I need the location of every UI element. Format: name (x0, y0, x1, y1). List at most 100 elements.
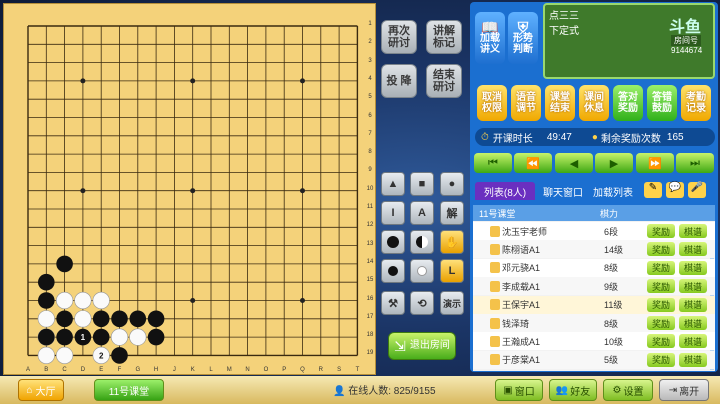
black-stone[interactable] (56, 328, 73, 346)
table-row[interactable]: 于彦棠A1 5级 奖励 棋谱 (473, 350, 715, 369)
reward-button[interactable]: 奖励 (647, 224, 675, 238)
game-record-button[interactable]: 棋谱 (679, 242, 707, 257)
correct-reward-button[interactable]: 答对 奖励 (613, 85, 643, 121)
corner-icon[interactable]: L (440, 259, 464, 283)
game-record-button[interactable]: 棋谱 (679, 334, 707, 349)
square-icon[interactable]: ■ (410, 172, 434, 196)
black-stone[interactable] (38, 328, 55, 346)
refresh-icon[interactable]: ⟲ (410, 291, 434, 315)
attendance-label: 考勤 记录 (686, 92, 706, 114)
black-stone-icon[interactable] (381, 230, 405, 254)
back-ten-button[interactable]: ⏪ (514, 153, 552, 173)
black-stone[interactable] (147, 328, 165, 346)
game-record-button[interactable]: 棋谱 (679, 260, 707, 275)
demo-button[interactable]: 演示 (440, 291, 464, 315)
leave-button[interactable]: ⇥ 离开 (659, 379, 709, 401)
table-row[interactable]: 李成载A1 9级 奖励 棋谱 (473, 277, 715, 296)
white-stone[interactable] (37, 346, 55, 365)
white-stone[interactable] (37, 310, 55, 328)
explain-mark-button[interactable]: 讲解 标记 (426, 20, 462, 54)
white-stone[interactable] (55, 291, 74, 310)
white-stone[interactable] (129, 328, 147, 346)
game-record-button[interactable]: 棋谱 (679, 316, 707, 330)
reward-button[interactable]: 奖励 (647, 352, 675, 367)
reward-button[interactable]: 奖励 (647, 260, 675, 275)
table-row[interactable]: 沈玉宇老师 6段 奖励 棋谱 (473, 222, 715, 240)
game-record-button[interactable]: 棋谱 (679, 279, 707, 294)
forward-one-button[interactable]: ▶ (595, 153, 633, 173)
reward-button[interactable]: 奖励 (647, 334, 675, 349)
student-name: 陈栩语A1 (502, 244, 541, 255)
game-record-button[interactable]: 棋谱 (679, 297, 707, 312)
last-move-button[interactable]: ⏭ (676, 153, 714, 173)
triangle-icon[interactable]: ▲ (381, 172, 405, 196)
friends-button[interactable]: 👥 好友 (549, 379, 597, 401)
break-button[interactable]: 课间 休息 (579, 85, 609, 121)
voice-button[interactable]: 语音 调节 (511, 85, 541, 121)
cancel-permission-button[interactable]: 取消 权限 (477, 85, 507, 121)
end-review-button[interactable]: 结束 研讨 (426, 64, 462, 98)
table-row[interactable]: 陈栩语A1 14级 奖励 棋谱 (473, 240, 715, 259)
game-record-button[interactable]: 棋谱 (679, 224, 707, 238)
pen-icon[interactable]: ✎ (644, 182, 662, 198)
white-stone[interactable] (74, 310, 92, 328)
black-stone[interactable] (92, 310, 110, 328)
black-stone-small-icon[interactable] (381, 259, 405, 283)
half-stone-icon[interactable] (410, 230, 434, 254)
reward-button[interactable]: 奖励 (647, 279, 675, 294)
wrong-encourage-button[interactable]: 答错 鼓励 (647, 85, 677, 121)
resign-button[interactable]: 投 降 (381, 64, 417, 98)
reward-button[interactable]: 奖励 (647, 297, 675, 312)
window-button[interactable]: ▣ 窗口 (495, 379, 543, 401)
black-stone[interactable] (111, 347, 128, 364)
go-board[interactable]: ABCDEFGHJKLMNOPQRST12 (3, 3, 376, 375)
black-stone[interactable] (147, 310, 165, 328)
game-record-button[interactable]: 棋谱 (679, 352, 707, 367)
end-class-button[interactable]: 课堂 结束 (545, 85, 575, 121)
table-row[interactable]: 王保宇A1 11级 奖励 棋谱 (473, 295, 715, 314)
reward-button[interactable]: 奖励 (647, 316, 675, 330)
table-row[interactable]: 王瀚成A1 10级 奖励 棋谱 (473, 332, 715, 351)
text-tool-button[interactable]: I (381, 201, 405, 225)
table-row[interactable]: 钱泽琦 8级 奖励 棋谱 (473, 314, 715, 332)
chat-icon[interactable]: 💬 (666, 182, 684, 198)
black-stone[interactable] (56, 255, 73, 273)
mic-icon[interactable]: 🎤 (688, 182, 706, 198)
first-move-button[interactable]: ⏮ (474, 153, 512, 173)
black-stone[interactable] (38, 292, 55, 309)
forward-ten-button[interactable]: ⏩ (636, 153, 674, 173)
comment-box[interactable]: 点三三 下定式 斗鱼 房间号 9144674 (543, 3, 715, 79)
tab-list[interactable]: 列表(8人) (475, 182, 535, 200)
white-stone-icon[interactable] (410, 259, 434, 283)
tab-chat[interactable]: 聊天窗口 (537, 182, 589, 200)
broom-icon[interactable]: ⚒ (381, 291, 405, 315)
classroom-button[interactable]: 11号课堂 (94, 379, 164, 401)
circle-icon[interactable]: ● (440, 172, 464, 196)
settings-button[interactable]: ⚙ 设置 (603, 379, 653, 401)
letter-tool-button[interactable]: A (410, 201, 434, 225)
tab-load-list[interactable]: 加载列表 (590, 182, 636, 200)
reward-button[interactable]: 奖励 (647, 242, 675, 257)
black-stone[interactable] (92, 328, 110, 346)
exit-room-button[interactable]: ⇲ 退出房间 (388, 332, 456, 360)
white-stone[interactable] (110, 328, 129, 346)
column-label: J (173, 367, 176, 373)
explain-tool-button[interactable]: 解 (440, 201, 464, 225)
back-one-button[interactable]: ◀ (555, 153, 593, 173)
black-stone[interactable] (129, 310, 147, 328)
black-stone[interactable] (56, 310, 73, 328)
load-lecture-button[interactable]: 📖 加载 讲义 (475, 12, 505, 64)
review-again-button[interactable]: 再次 研讨 (381, 20, 417, 54)
hall-button[interactable]: ⌂ 大厅 (18, 379, 64, 401)
black-stone[interactable] (111, 310, 128, 328)
board-grid[interactable]: A B C D E F G H J K L M N O P Q R S T12 (4, 4, 377, 376)
attendance-button[interactable]: 考勤 记录 (681, 85, 711, 121)
white-stone[interactable] (92, 291, 110, 310)
judge-button[interactable]: ⛨ 形势 判断 (508, 12, 538, 64)
table-row[interactable]: 邓元骁A1 8级 奖励 棋谱 (473, 258, 715, 277)
white-stone[interactable] (55, 346, 74, 365)
hand-icon[interactable]: ✋ (440, 230, 464, 254)
load-lecture-label: 加载 讲义 (480, 32, 500, 55)
black-stone[interactable] (38, 273, 55, 291)
white-stone[interactable] (74, 291, 92, 310)
